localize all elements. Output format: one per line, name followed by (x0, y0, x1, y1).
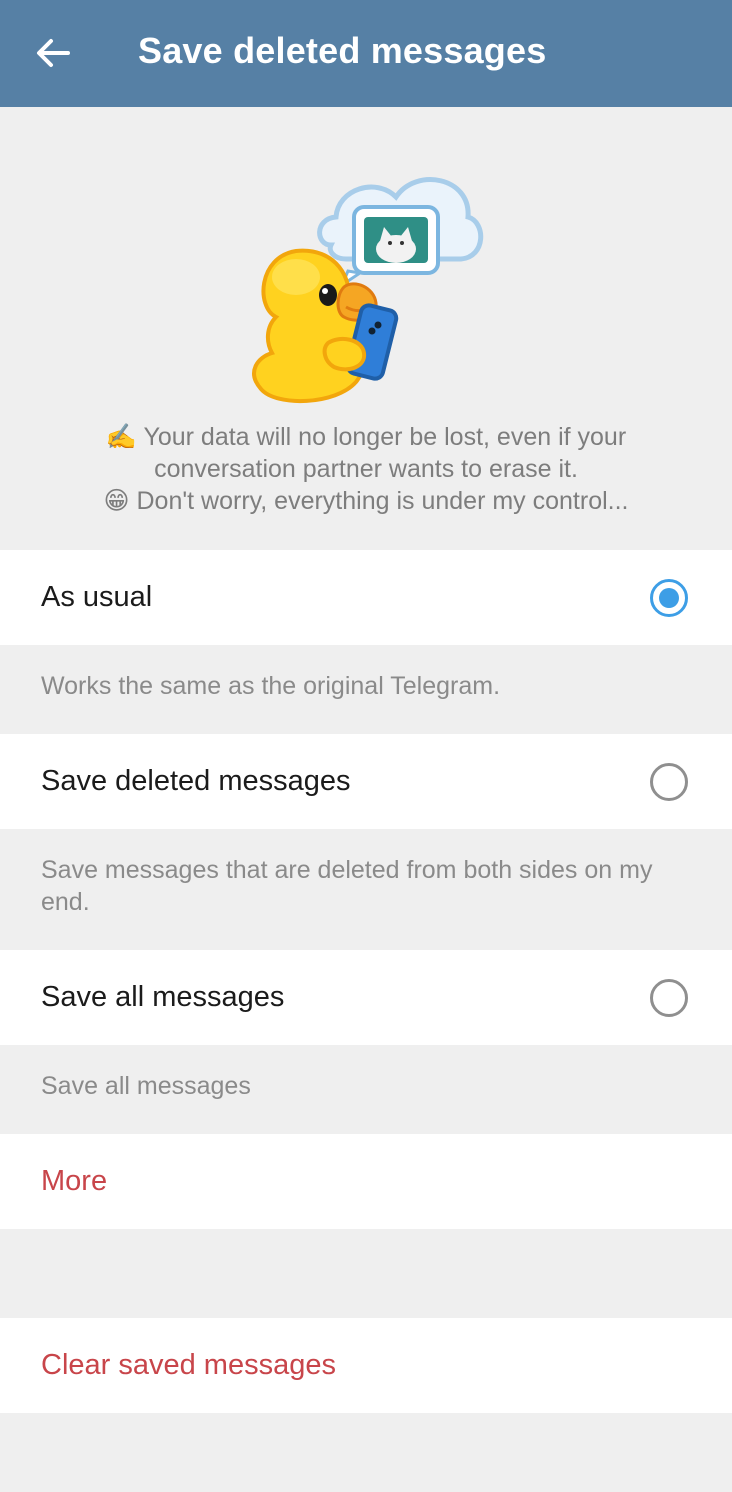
option-as-usual[interactable]: As usual (0, 550, 732, 645)
clear-saved-messages-label: Clear saved messages (41, 1349, 336, 1381)
more-button[interactable]: More (0, 1134, 732, 1229)
option-save-all-messages[interactable]: Save all messages (0, 950, 732, 1045)
radio-button[interactable] (650, 978, 688, 1017)
hero-line-3: 😁 Don't worry, everything is under my co… (103, 487, 629, 515)
hero-line-2: conversation partner wants to erase it. (154, 455, 578, 483)
hero-description: ✍️ Your data will no longer be lost, eve… (0, 421, 732, 517)
arrow-left-icon (37, 39, 70, 67)
radio-button-selected[interactable] (650, 578, 688, 617)
option-label: Save deleted messages (41, 765, 351, 797)
option-description: Save all messages (0, 1045, 732, 1134)
page-title: Save deleted messages (138, 30, 547, 71)
option-description: Save messages that are deleted from both… (0, 829, 732, 950)
hero-section: ✍️ Your data will no longer be lost, eve… (0, 107, 732, 549)
option-save-deleted-messages[interactable]: Save deleted messages (0, 734, 732, 829)
option-label: As usual (41, 581, 153, 613)
radio-button[interactable] (650, 762, 688, 801)
clear-saved-messages-button[interactable]: Clear saved messages (0, 1318, 732, 1413)
back-button[interactable] (22, 22, 84, 84)
app-bar: Save deleted messages (0, 0, 732, 107)
option-description: Works the same as the original Telegram. (0, 645, 732, 734)
hero-line-1: ✍️ Your data will no longer be lost, eve… (105, 423, 627, 451)
option-label: Save all messages (41, 981, 285, 1013)
duck-with-phone-sticker (252, 177, 484, 404)
more-label: More (41, 1165, 108, 1197)
